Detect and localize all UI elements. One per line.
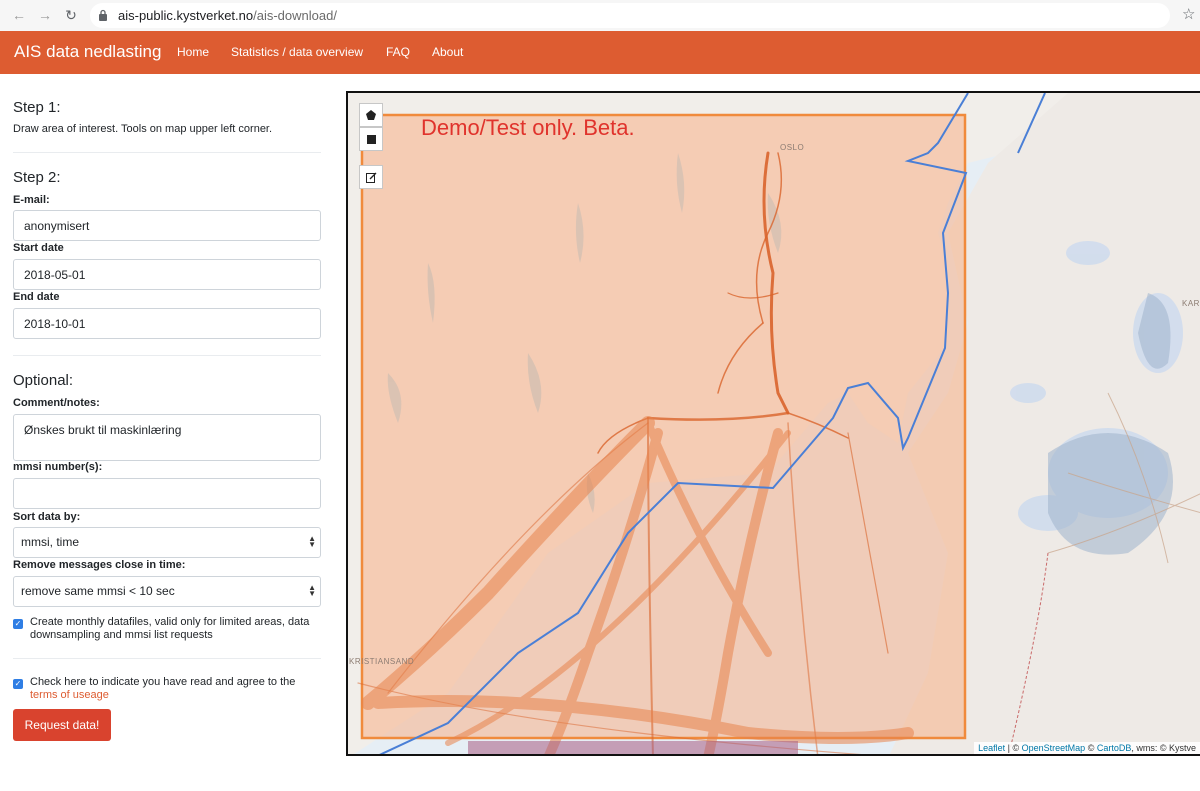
- sort-label: Sort data by:: [13, 511, 81, 523]
- place-label-right: KAR: [1182, 299, 1200, 308]
- nav-faq[interactable]: FAQ: [386, 45, 410, 59]
- step2-title: Step 2:: [13, 169, 61, 186]
- select-arrows-icon: ▲ ▼: [308, 583, 316, 598]
- remove-label: Remove messages close in time:: [13, 559, 186, 571]
- back-arrow-icon[interactable]: ←: [10, 6, 28, 24]
- rectangle-icon: [366, 135, 376, 144]
- mmsi-input[interactable]: [13, 478, 321, 509]
- start-date-label: Start date: [13, 242, 64, 254]
- end-date-field[interactable]: [13, 308, 321, 339]
- bookmark-star-icon[interactable]: ☆: [1182, 5, 1195, 23]
- start-date-field[interactable]: [13, 259, 321, 290]
- carto-link[interactable]: CartoDB: [1097, 743, 1132, 753]
- draw-polygon-tool[interactable]: [359, 103, 383, 127]
- request-form: Step 1: Draw area of interest. Tools on …: [0, 74, 335, 791]
- step1-text: Draw area of interest. Tools on map uppe…: [13, 123, 273, 135]
- nav-about[interactable]: About: [432, 45, 463, 59]
- map-attribution: Leaflet | © OpenStreetMap © CartoDB, wms…: [974, 742, 1200, 754]
- place-label-oslo: OSLO: [780, 143, 805, 152]
- optional-title: Optional:: [13, 372, 74, 389]
- mmsi-label: mmsi number(s):: [13, 461, 103, 473]
- divider: [13, 658, 321, 659]
- email-field[interactable]: [13, 210, 321, 241]
- remove-select[interactable]: remove same mmsi < 10 sec ▲ ▼: [13, 576, 321, 607]
- polygon-icon: [366, 110, 376, 120]
- terms-link[interactable]: terms of useage: [30, 689, 109, 701]
- divider: [13, 355, 321, 356]
- map-view[interactable]: Demo/Test only. Beta. OSLO KRISTIANSAND …: [346, 91, 1200, 756]
- sort-selected-value: mmsi, time: [21, 535, 79, 549]
- sort-select[interactable]: mmsi, time ▲ ▼: [13, 527, 321, 558]
- address-bar[interactable]: ais-public.kystverket.no/ais-download/: [90, 3, 1170, 28]
- browser-toolbar: ← → ↻ ais-public.kystverket.no/ais-downl…: [0, 0, 1200, 32]
- lock-icon: [99, 9, 107, 21]
- brand-title[interactable]: AIS data nedlasting: [14, 42, 161, 62]
- nav-statistics[interactable]: Statistics / data overview: [231, 45, 363, 59]
- step1-title: Step 1:: [13, 99, 61, 116]
- place-label-kristiansand: KRISTIANSAND: [349, 657, 415, 666]
- edit-layers-tool[interactable]: [359, 165, 383, 189]
- leaflet-link[interactable]: Leaflet: [978, 743, 1005, 753]
- monthly-checkbox[interactable]: ✓: [13, 619, 23, 629]
- monthly-text: Create monthly datafiles, valid only for…: [30, 616, 310, 641]
- remove-selected-value: remove same mmsi < 10 sec: [21, 584, 175, 598]
- end-date-label: End date: [13, 291, 60, 303]
- reload-icon[interactable]: ↻: [62, 6, 80, 24]
- agree-text: Check here to indicate you have read and…: [30, 676, 296, 701]
- request-data-button[interactable]: Request data!: [13, 709, 111, 741]
- comment-textarea[interactable]: Ønskes brukt til maskinlæring: [13, 414, 321, 461]
- edit-icon: [365, 172, 376, 183]
- agree-checkbox[interactable]: ✓: [13, 679, 23, 689]
- demo-banner: Demo/Test only. Beta.: [421, 115, 635, 140]
- osm-link[interactable]: OpenStreetMap: [1022, 743, 1086, 753]
- select-arrows-icon: ▲ ▼: [308, 534, 316, 549]
- draw-rectangle-tool[interactable]: [359, 127, 383, 151]
- email-label: E-mail:: [13, 194, 50, 206]
- nav-home[interactable]: Home: [177, 45, 209, 59]
- divider: [13, 152, 321, 153]
- top-navbar: AIS data nedlasting Home Statistics / da…: [0, 31, 1200, 74]
- map-canvas[interactable]: [348, 93, 1200, 756]
- url-text: ais-public.kystverket.no/ais-download/: [118, 8, 337, 23]
- comment-label: Comment/notes:: [13, 397, 100, 409]
- forward-arrow-icon[interactable]: →: [36, 6, 54, 24]
